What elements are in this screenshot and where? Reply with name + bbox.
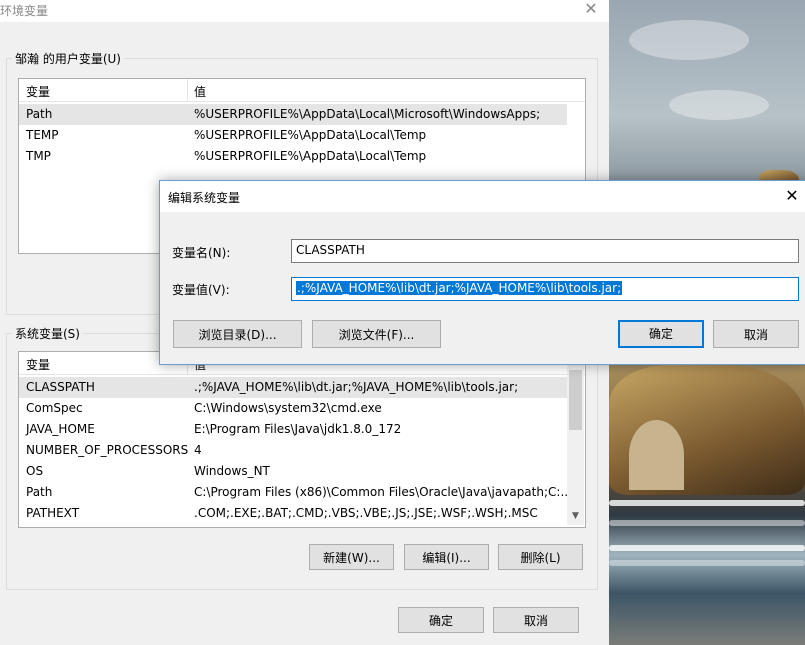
variable-value-field[interactable]: .;%JAVA_HOME%\lib\dt.jar;%JAVA_HOME%\lib… [291,277,799,301]
close-icon[interactable]: ✕ [581,0,601,20]
table-row[interactable]: CLASSPATH .;%JAVA_HOME%\lib\dt.jar;%JAVA… [19,377,567,398]
var-name: OS [26,464,44,478]
dialog-ok-button[interactable]: 确定 [618,320,704,348]
window-title: 环境变量 [0,4,49,18]
var-value: Windows_NT [194,464,270,478]
var-name: PATHEXT [26,506,80,520]
cancel-button[interactable]: 取消 [493,607,579,633]
table-row[interactable]: TMP %USERPROFILE%\AppData\Local\Temp [19,146,585,167]
var-name: JAVA_HOME [26,422,95,436]
var-value: E:\Program Files\Java\jdk1.8.0_172 [194,422,402,436]
edit-system-variable-dialog: 编辑系统变量 ✕ 变量名(N): CLASSPATH 变量值(V): .;%JA… [159,180,805,365]
new-button[interactable]: 新建(W)... [309,544,394,570]
browse-file-button[interactable]: 浏览文件(F)... [312,320,441,348]
var-name: TEMP [26,128,59,142]
variable-name-label: 变量名(N): [172,246,231,260]
column-header-name[interactable]: 变量 [26,356,50,373]
table-row[interactable]: TEMP %USERPROFILE%\AppData\Local\Temp [19,125,585,146]
dialog-titlebar[interactable]: 编辑系统变量 ✕ [160,181,805,212]
var-value: 4 [194,443,202,457]
ok-button[interactable]: 确定 [398,607,484,633]
dialog-cancel-button[interactable]: 取消 [713,320,799,348]
system-vars-label: 系统变量(S) [12,325,83,342]
var-name: Path [26,107,53,121]
close-icon[interactable]: ✕ [782,186,802,206]
variable-value-label: 变量值(V): [172,283,230,297]
var-name: CLASSPATH [26,380,95,394]
table-row[interactable]: ComSpec C:\Windows\system32\cmd.exe [19,398,585,419]
table-row[interactable]: JAVA_HOME E:\Program Files\Java\jdk1.8.0… [19,419,585,440]
var-name: Path [26,485,53,499]
var-value: .COM;.EXE;.BAT;.CMD;.VBS;.VBE;.JS;.JSE;.… [194,506,538,520]
var-name: TMP [26,149,51,163]
var-value: %USERPROFILE%\AppData\Local\Microsoft\Wi… [194,107,541,121]
system-vars-list[interactable]: 变量 值 CLASSPATH .;%JAVA_HOME%\lib\dt.jar;… [18,351,586,528]
window-titlebar[interactable]: 环境变量 ✕ [0,0,609,22]
delete-button[interactable]: 删除(L) [498,544,583,570]
var-value: C:\Program Files (x86)\Common Files\Orac… [194,485,572,499]
table-row[interactable]: PATHEXT .COM;.EXE;.BAT;.CMD;.VBS;.VBE;.J… [19,503,585,524]
selected-text: .;%JAVA_HOME%\lib\dt.jar;%JAVA_HOME%\lib… [296,281,623,295]
edit-button[interactable]: 编辑(I)... [404,544,489,570]
column-header-value[interactable]: 值 [194,83,206,100]
column-header-name[interactable]: 变量 [26,83,50,100]
browse-directory-button[interactable]: 浏览目录(D)... [173,320,302,348]
table-row[interactable]: NUMBER_OF_PROCESSORS 4 [19,440,585,461]
var-value: .;%JAVA_HOME%\lib\dt.jar;%JAVA_HOME%\lib… [194,380,519,394]
chevron-down-icon[interactable]: ▼ [568,509,583,524]
var-value: %USERPROFILE%\AppData\Local\Temp [194,149,427,163]
vertical-scrollbar[interactable]: ▼ [567,352,584,525]
var-name: NUMBER_OF_PROCESSORS [26,443,189,457]
var-name: ComSpec [26,401,83,415]
table-row[interactable]: Path C:\Program Files (x86)\Common Files… [19,482,585,503]
scroll-thumb[interactable] [569,370,582,430]
user-vars-label: 邹瀚 的用户变量(U) [12,50,124,67]
table-row[interactable]: Path %USERPROFILE%\AppData\Local\Microso… [19,104,567,125]
dialog-title: 编辑系统变量 [168,191,241,205]
list-header: 变量 值 [19,79,585,102]
table-row[interactable]: OS Windows_NT [19,461,585,482]
variable-name-field[interactable]: CLASSPATH [291,239,799,263]
var-value: C:\Windows\system32\cmd.exe [194,401,382,415]
var-value: %USERPROFILE%\AppData\Local\Temp [194,128,427,142]
